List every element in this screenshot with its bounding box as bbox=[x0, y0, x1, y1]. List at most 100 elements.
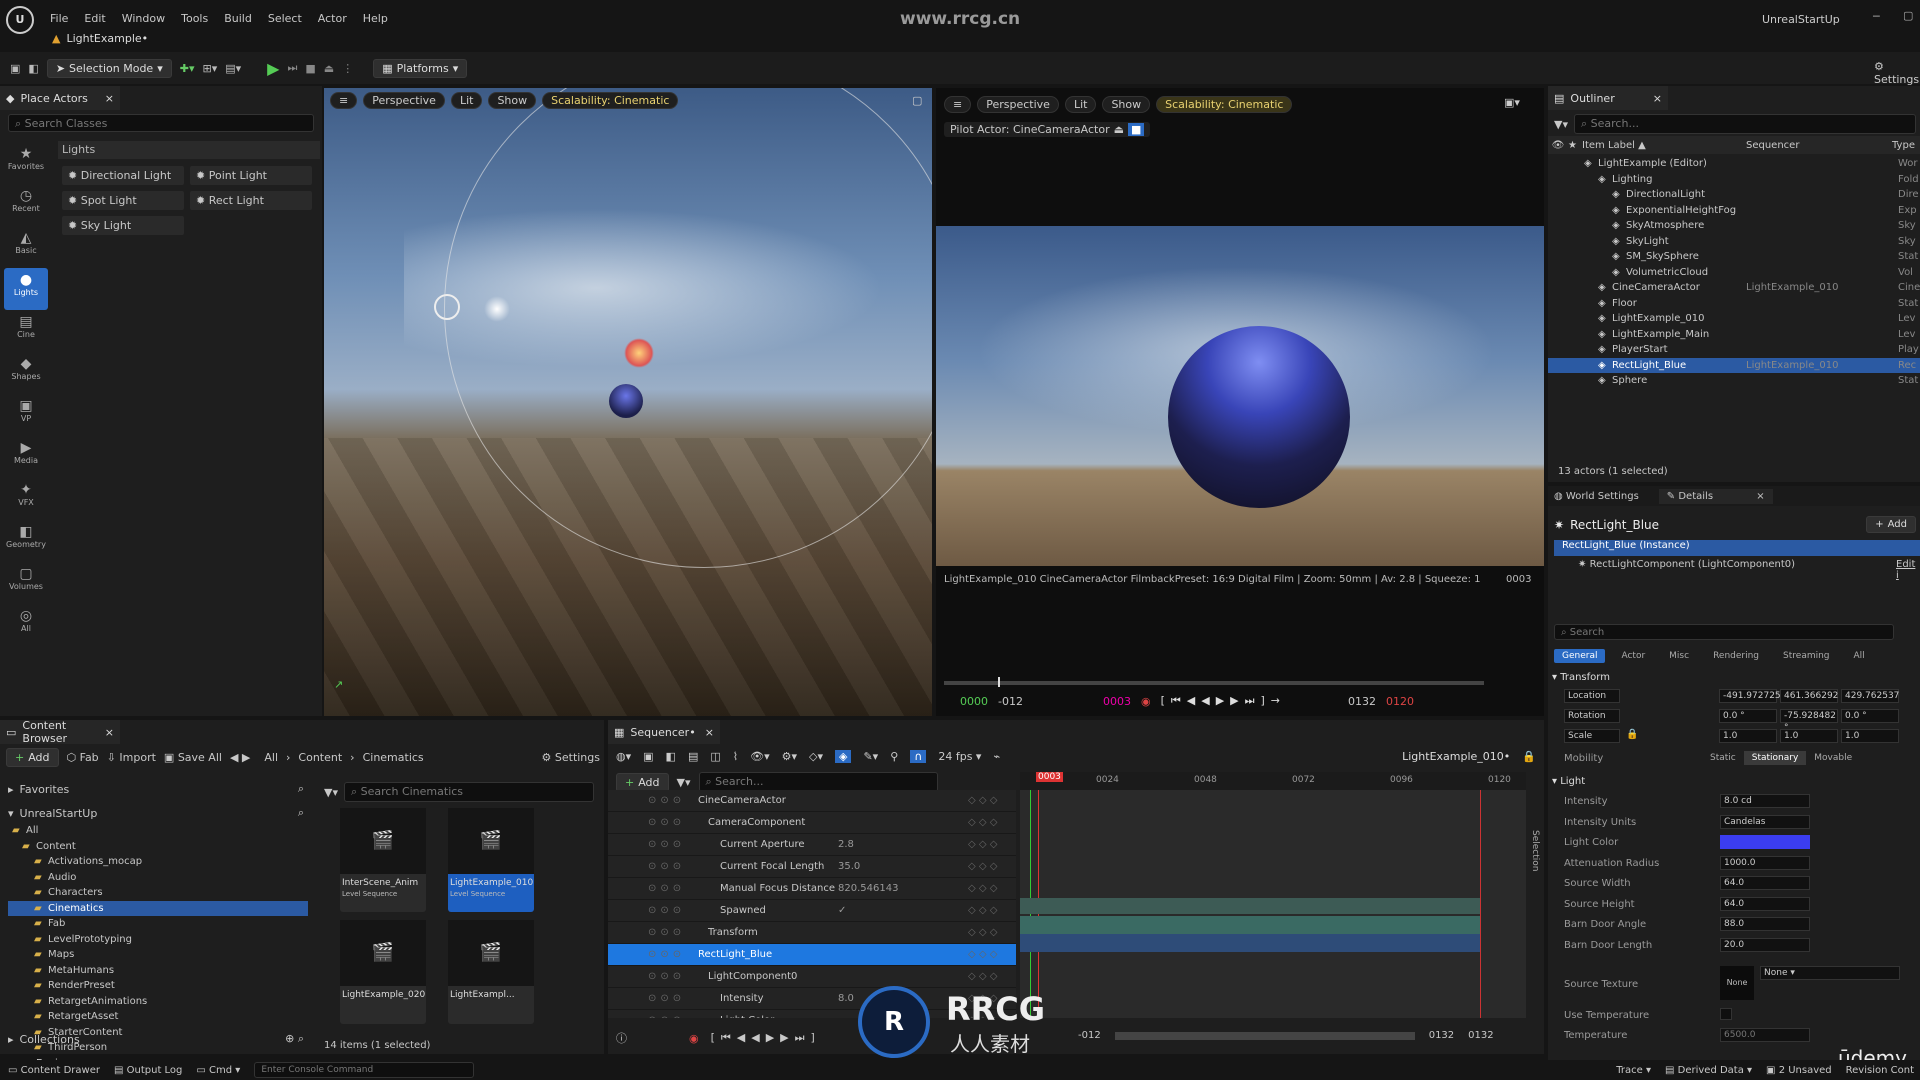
scrub-bar[interactable] bbox=[944, 677, 1484, 687]
prop-value[interactable]: 1000.0 bbox=[1720, 855, 1810, 870]
collections-header[interactable]: ▸ Collections ⊕ ⌕ bbox=[8, 1032, 304, 1046]
temperature-value[interactable]: 6500.0 bbox=[1720, 1028, 1810, 1042]
output-log-button[interactable]: ▤ Output Log bbox=[114, 1065, 182, 1076]
instance-row[interactable]: RectLight_Blue (Instance) bbox=[1554, 540, 1920, 556]
fab-button[interactable]: ⬡ Fab bbox=[67, 751, 99, 764]
folder-item[interactable]: ▰ Characters bbox=[8, 885, 308, 901]
world-settings-tab[interactable]: ◍ World Settings bbox=[1554, 491, 1639, 502]
prop-value[interactable]: 20.0 bbox=[1720, 937, 1810, 952]
camera-icon[interactable]: ■ bbox=[1128, 123, 1145, 136]
folder-item[interactable]: ▰ Cinematics bbox=[8, 900, 308, 916]
spawned-bar[interactable] bbox=[1020, 898, 1480, 914]
settings-button[interactable]: ⚙ Settings bbox=[1874, 60, 1920, 86]
tab-streaming[interactable]: Streaming bbox=[1775, 649, 1837, 663]
prop-value[interactable]: Candelas bbox=[1720, 814, 1810, 829]
add-track-button[interactable]: + Add bbox=[616, 772, 669, 792]
show-button[interactable]: Show bbox=[1102, 96, 1151, 113]
selection-side-label[interactable]: Selection bbox=[1530, 830, 1540, 871]
asset-tile[interactable]: 🎬 InterScene_Anim Level Sequence bbox=[340, 808, 426, 912]
track-row[interactable]: ⊙⊙⊙ Current Aperture 2.8 ◇ ◇ ◇ bbox=[608, 834, 1016, 856]
snap-icon[interactable]: ∩ bbox=[910, 750, 927, 763]
edit-link[interactable]: Edit i bbox=[1896, 559, 1920, 581]
mobility-static[interactable]: Static bbox=[1702, 751, 1744, 765]
breadcrumb-cinematics[interactable]: Cinematics bbox=[363, 751, 424, 764]
trace-button[interactable]: Trace ▾ bbox=[1616, 1065, 1651, 1076]
track-row[interactable]: ⊙⊙⊙ RectLight_Blue ◇ ◇ ◇ bbox=[608, 944, 1016, 966]
outliner-row[interactable]: ◈ SM_SkySphere Stat bbox=[1548, 249, 1920, 265]
outliner-row[interactable]: ◈ SkyLight Sky bbox=[1548, 234, 1920, 250]
track-row[interactable]: ⊙⊙⊙ CameraComponent ◇ ◇ ◇ bbox=[608, 812, 1016, 834]
fps-dropdown[interactable]: 24 fps ▾ bbox=[938, 750, 981, 763]
sequencer-tab[interactable]: ▦ Sequencer• × bbox=[608, 720, 720, 744]
auto-key-icon[interactable]: ◈ bbox=[835, 750, 852, 763]
track-row[interactable]: ⊙⊙⊙ LightComponent0 ◇ ◇ ◇ bbox=[608, 966, 1016, 988]
visibility-icon[interactable]: 👁 bbox=[1548, 140, 1568, 151]
mobility-movable[interactable]: Movable bbox=[1806, 751, 1860, 765]
prop-value[interactable]: 88.0 bbox=[1720, 917, 1810, 931]
light-item-point-light[interactable]: ✹ Point Light bbox=[190, 166, 312, 185]
category-volumes[interactable]: ▢ Volumes bbox=[4, 562, 48, 604]
menu-edit[interactable]: Edit bbox=[84, 12, 105, 25]
pin-icon[interactable]: ★ bbox=[1568, 140, 1582, 151]
key-nav-icons[interactable]: ◇ ◇ ◇ bbox=[968, 795, 997, 806]
blueprint-icon[interactable]: ⊞▾ bbox=[202, 62, 217, 75]
category-recent[interactable]: ◷ Recent bbox=[4, 184, 48, 226]
eject-pilot-icon[interactable]: ⏏ bbox=[1114, 123, 1124, 136]
scale-z[interactable]: 1.0 bbox=[1841, 729, 1899, 743]
key-nav-icons[interactable]: ◇ ◇ ◇ bbox=[968, 817, 997, 828]
perspective-button[interactable]: Perspective bbox=[363, 92, 445, 109]
filter-icon[interactable]: ▼▾ bbox=[324, 786, 338, 799]
place-actors-tab[interactable]: ◆ Place Actors × bbox=[0, 86, 120, 110]
record-icon[interactable]: ◉ bbox=[689, 1032, 699, 1045]
camera-view[interactable] bbox=[936, 226, 1544, 566]
lock-icon[interactable]: 🔒 bbox=[1626, 729, 1638, 740]
rotation-label[interactable]: Rotation bbox=[1564, 709, 1620, 723]
asset-tile[interactable]: 🎬 LightExample_010 Level Sequence bbox=[448, 808, 534, 912]
track-toggle-icons[interactable]: ⊙⊙⊙ bbox=[648, 1015, 685, 1018]
folder-item[interactable]: ▰ Fab bbox=[8, 916, 308, 932]
track-toggle-icons[interactable]: ⊙⊙⊙ bbox=[648, 795, 685, 806]
tab-general[interactable]: General bbox=[1554, 649, 1606, 663]
component-row[interactable]: ✷ RectLightComponent (LightComponent0) bbox=[1578, 559, 1795, 570]
key-icon[interactable]: ◇▾ bbox=[809, 750, 823, 763]
console-input[interactable]: Enter Console Command bbox=[254, 1062, 475, 1078]
outliner-row[interactable]: ◈ SkyAtmosphere Sky bbox=[1548, 218, 1920, 234]
import-button[interactable]: ⇩ Import bbox=[107, 751, 156, 764]
revision-control-button[interactable]: Revision Cont bbox=[1846, 1065, 1920, 1076]
settings-button[interactable]: ⚙ Settings bbox=[542, 751, 601, 764]
track-toggle-icons[interactable]: ⊙⊙⊙ bbox=[648, 993, 685, 1004]
curve-icon[interactable]: ⌇ bbox=[733, 750, 738, 763]
render-icon[interactable]: ▤ bbox=[688, 750, 698, 763]
col-type[interactable]: Type bbox=[1892, 140, 1915, 151]
menu-icon[interactable]: ≡ bbox=[330, 92, 358, 109]
viewport-left[interactable]: ≡ Perspective Lit Show Scalability: Cine… bbox=[324, 88, 932, 716]
category-cine[interactable]: ▤ Cine bbox=[4, 310, 48, 352]
folder-item[interactable]: ▰ Maps bbox=[8, 947, 308, 963]
rotation-x[interactable]: 0.0 ° bbox=[1719, 709, 1777, 723]
platforms-button[interactable]: ▦ Platforms ▾ bbox=[373, 58, 468, 78]
key-nav-icons[interactable]: ◇ ◇ ◇ bbox=[968, 839, 997, 850]
layout-icon[interactable]: ▣▾ bbox=[1504, 96, 1520, 109]
close-icon[interactable]: × bbox=[105, 726, 114, 739]
scalability-badge[interactable]: Scalability: Cinematic bbox=[542, 92, 679, 109]
camera-icon[interactable]: ◫ bbox=[710, 750, 720, 763]
close-icon[interactable]: × bbox=[1653, 92, 1662, 105]
playback-options-icon[interactable]: ⚙▾ bbox=[782, 750, 797, 763]
add-collection-icon[interactable]: ⊕ ⌕ bbox=[285, 1032, 304, 1046]
playhead-label[interactable]: 0003 bbox=[1036, 772, 1063, 782]
category-shapes[interactable]: ◆ Shapes bbox=[4, 352, 48, 394]
history-icon[interactable]: ◀ ▶ bbox=[230, 751, 250, 764]
track-toggle-icons[interactable]: ⊙⊙⊙ bbox=[648, 927, 685, 938]
category-vp[interactable]: ▣ VP bbox=[4, 394, 48, 436]
close-icon[interactable]: × bbox=[105, 92, 114, 105]
texture-thumbnail[interactable]: None bbox=[1720, 966, 1754, 1000]
browse-icon[interactable]: ◧ bbox=[28, 62, 38, 75]
location-y[interactable]: 461.366292 bbox=[1780, 689, 1838, 703]
col-item-label[interactable]: Item Label ▲ bbox=[1582, 140, 1732, 151]
tab-misc[interactable]: Misc bbox=[1661, 649, 1697, 663]
pilot-actor-bar[interactable]: Pilot Actor: CineCameraActor ⏏ ■ bbox=[944, 122, 1151, 137]
find-icon[interactable]: ◧ bbox=[666, 750, 676, 763]
category-favorites[interactable]: ★ Favorites bbox=[4, 142, 48, 184]
save-all-button[interactable]: ▣ Save All bbox=[164, 751, 222, 764]
rotation-y[interactable]: -75.928482 ° bbox=[1780, 709, 1838, 733]
